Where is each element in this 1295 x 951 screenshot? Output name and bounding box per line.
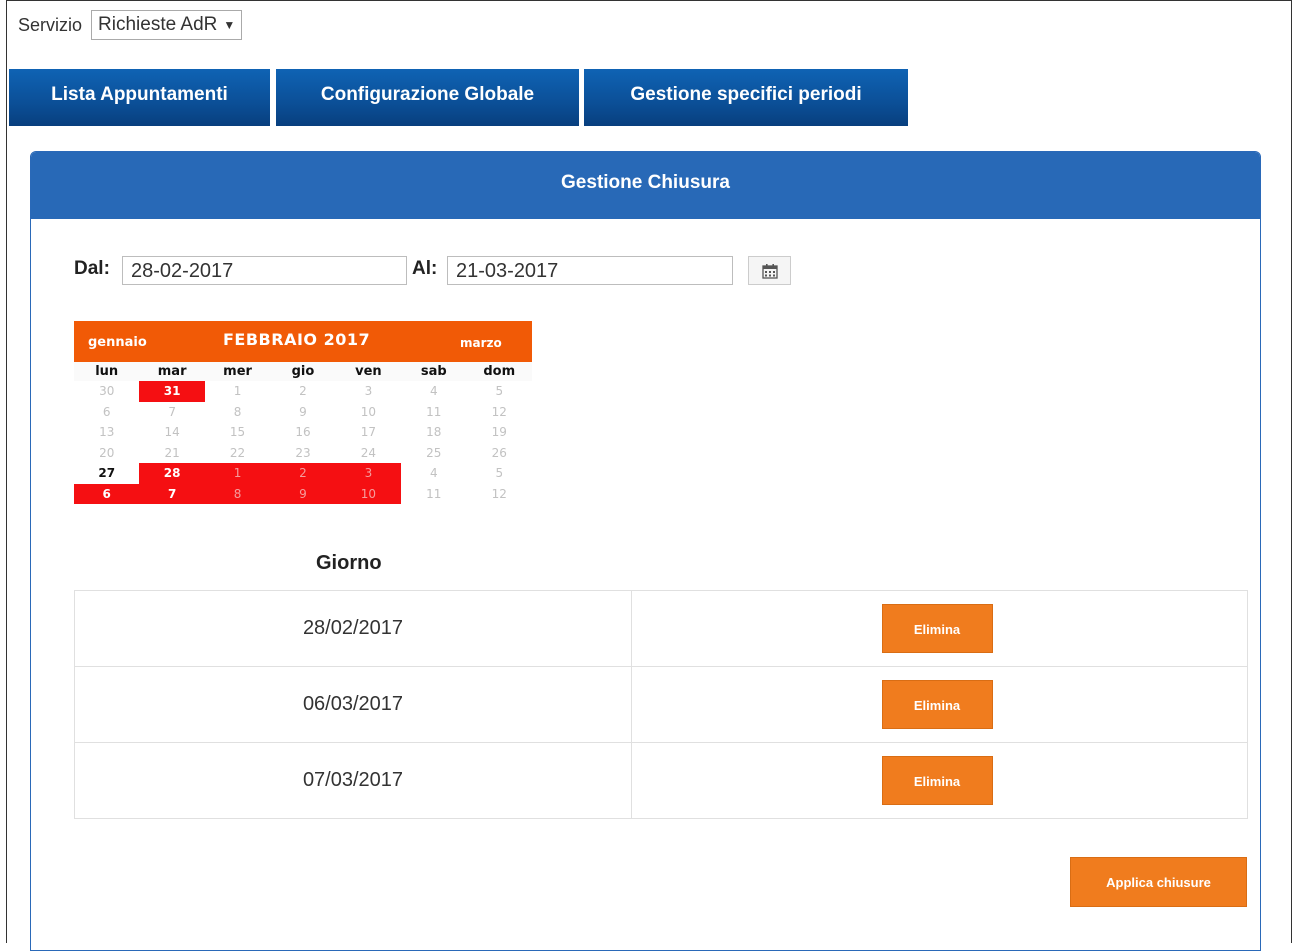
calendar-day[interactable]: 12 [467,402,532,423]
day-date: 07/03/2017 [74,742,632,819]
table-row: 07/03/2017 Elimina [74,742,1248,819]
calendar-day[interactable]: 8 [205,402,270,423]
calendar-week: 20 21 22 23 24 25 26 [74,443,532,464]
calendar-day[interactable]: 5 [467,463,532,484]
apply-closures-button[interactable]: Applica chiusure [1070,857,1247,907]
calendar-day[interactable]: 1 [205,381,270,402]
closure-days-table: 28/02/2017 Elimina 06/03/2017 Elimina 07… [74,590,1248,819]
days-header: Giorno [316,552,382,574]
calendar-next-month[interactable]: marzo [460,336,502,350]
calendar-day[interactable]: 10 [335,483,402,504]
calendar-prev-month[interactable]: gennaio [88,335,147,350]
day-date: 28/02/2017 [74,590,632,667]
calendar-weekday: dom [466,362,532,381]
delete-button[interactable]: Elimina [881,604,993,653]
calendar-day[interactable]: 7 [139,483,205,504]
from-label: Dal: [74,258,110,279]
calendar-weekday: gio [270,362,336,381]
panel-title: Gestione Chiusura [31,152,1260,219]
tab-lista-appuntamenti[interactable]: Lista Appuntamenti [9,69,270,126]
calendar-day[interactable]: 17 [336,422,401,443]
calendar-day[interactable]: 7 [139,402,204,423]
delete-button[interactable]: Elimina [881,680,993,729]
to-date-input[interactable]: 21-03-2017 [447,256,733,285]
calendar-header: gennaio FEBBRAIO 2017 marzo [74,321,532,362]
calendar-day[interactable]: 25 [401,443,466,464]
calendar-day[interactable]: 19 [467,422,532,443]
calendar-day[interactable]: 3 [335,463,402,484]
calendar-day[interactable]: 3 [336,381,401,402]
calendar-weekday: sab [401,362,467,381]
calendar-day[interactable]: 28 [139,463,205,484]
calendar-day[interactable]: 13 [74,422,139,443]
calendar-day[interactable]: 2 [270,463,336,484]
calendar-weekday: lun [74,362,140,381]
table-row: 06/03/2017 Elimina [74,666,1248,743]
calendar-week: 30 31 1 2 3 4 5 [74,381,532,402]
calendar-weekday: ven [335,362,402,381]
calendar-day[interactable]: 5 [467,381,532,402]
calendar-icon [761,263,778,279]
calendar-day[interactable]: 31 [139,381,205,402]
calendar-grid: lun mar mer gio ven sab dom 30 31 1 2 3 4 5 6 7 8 9 10 11 1… [74,362,532,504]
from-date-input[interactable]: 28-02-2017 [122,256,407,285]
calendar-day[interactable]: 15 [205,422,270,443]
calendar-day[interactable]: 11 [401,484,466,505]
table-row: 28/02/2017 Elimina [74,590,1248,667]
calendar-day[interactable]: 10 [336,402,401,423]
calendar-day[interactable]: 14 [139,422,204,443]
calendar-day[interactable]: 30 [74,381,139,402]
calendar-button[interactable] [748,256,791,285]
calendar-day[interactable]: 16 [270,422,335,443]
calendar-week: 27 28 1 2 3 4 5 [74,463,532,484]
service-select-value: Richieste AdR [98,14,218,36]
calendar-week: 13 14 15 16 17 18 19 [74,422,532,443]
calendar-day[interactable]: 2 [270,381,335,402]
calendar-day[interactable]: 4 [401,463,466,484]
calendar-day[interactable]: 1 [204,463,271,484]
service-selector-row: Servizio Richieste AdR ▼ [18,10,243,40]
calendar-weekday: mer [204,362,271,381]
service-label: Servizio [18,14,83,35]
calendar-day[interactable]: 24 [336,443,401,464]
delete-button[interactable]: Elimina [881,756,993,805]
calendar-day[interactable]: 21 [139,443,204,464]
chevron-down-icon: ▼ [223,18,236,32]
calendar-day[interactable]: 23 [270,443,335,464]
calendar-day[interactable]: 11 [401,402,466,423]
calendar-day[interactable]: 27 [74,463,139,484]
calendar-week: 6 7 8 9 10 11 12 [74,402,532,423]
calendar-day[interactable]: 9 [270,483,336,504]
calendar-day[interactable]: 9 [270,402,335,423]
month-calendar: gennaio FEBBRAIO 2017 marzo lun mar mer gio… [74,321,532,504]
tab-gestione-specifici-periodi[interactable]: Gestione specifici periodi [584,69,908,126]
calendar-day[interactable]: 12 [467,484,532,505]
calendar-day[interactable]: 20 [74,443,139,464]
calendar-day[interactable]: 22 [205,443,270,464]
tab-configurazione-globale[interactable]: Configurazione Globale [276,69,579,126]
calendar-day[interactable]: 18 [401,422,466,443]
calendar-day[interactable]: 6 [74,402,139,423]
day-date: 06/03/2017 [74,666,632,743]
calendar-weekday: mar [139,362,205,381]
calendar-day[interactable]: 26 [467,443,532,464]
closure-panel: Gestione Chiusura Dal: 28-02-2017 Al: 21… [30,151,1261,951]
service-select[interactable]: Richieste AdR ▼ [91,10,243,40]
calendar-day[interactable]: 4 [401,381,466,402]
calendar-week: 6 7 8 9 10 11 12 [74,483,532,505]
calendar-day[interactable]: 8 [204,483,271,504]
calendar-day[interactable]: 6 [74,483,140,504]
to-label: Al: [412,258,438,279]
calendar-title: FEBBRAIO 2017 [223,330,371,349]
